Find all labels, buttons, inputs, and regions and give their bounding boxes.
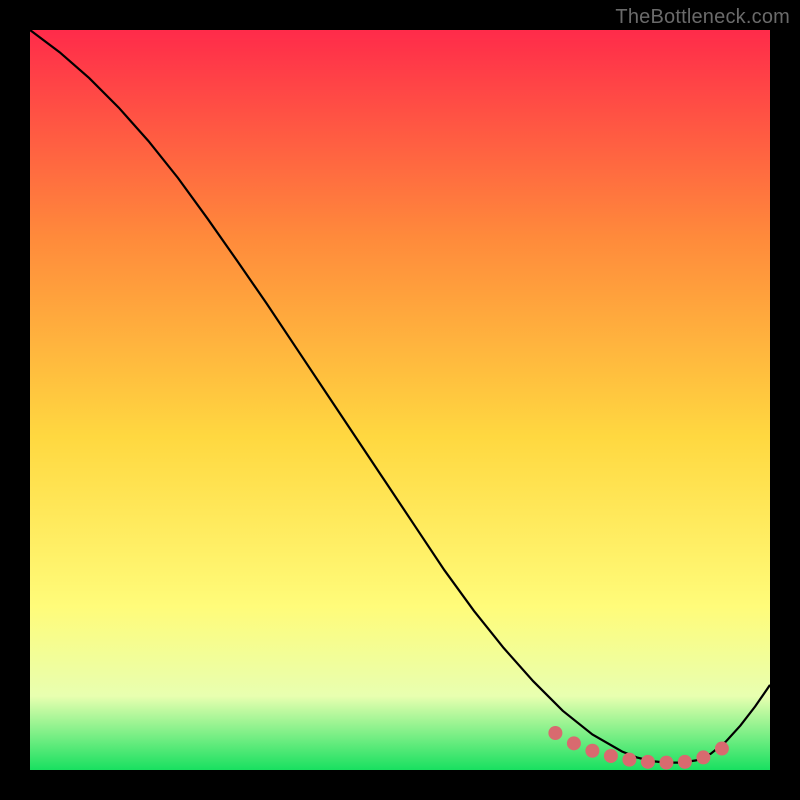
attribution-text: TheBottleneck.com bbox=[615, 6, 790, 29]
optimal-dot bbox=[715, 742, 729, 756]
optimal-dot bbox=[659, 756, 673, 770]
gradient-background bbox=[30, 30, 770, 770]
optimal-dot bbox=[567, 736, 581, 750]
optimal-dot bbox=[641, 755, 655, 769]
optimal-dot bbox=[678, 755, 692, 769]
optimal-dot bbox=[585, 744, 599, 758]
optimal-dot bbox=[604, 749, 618, 763]
optimal-dot bbox=[696, 750, 710, 764]
bottleneck-chart bbox=[30, 30, 770, 770]
chart-page: { "attribution": "TheBottleneck.com", "c… bbox=[0, 0, 800, 800]
plot-area bbox=[30, 30, 770, 770]
optimal-dot bbox=[622, 753, 636, 767]
optimal-dot bbox=[548, 726, 562, 740]
